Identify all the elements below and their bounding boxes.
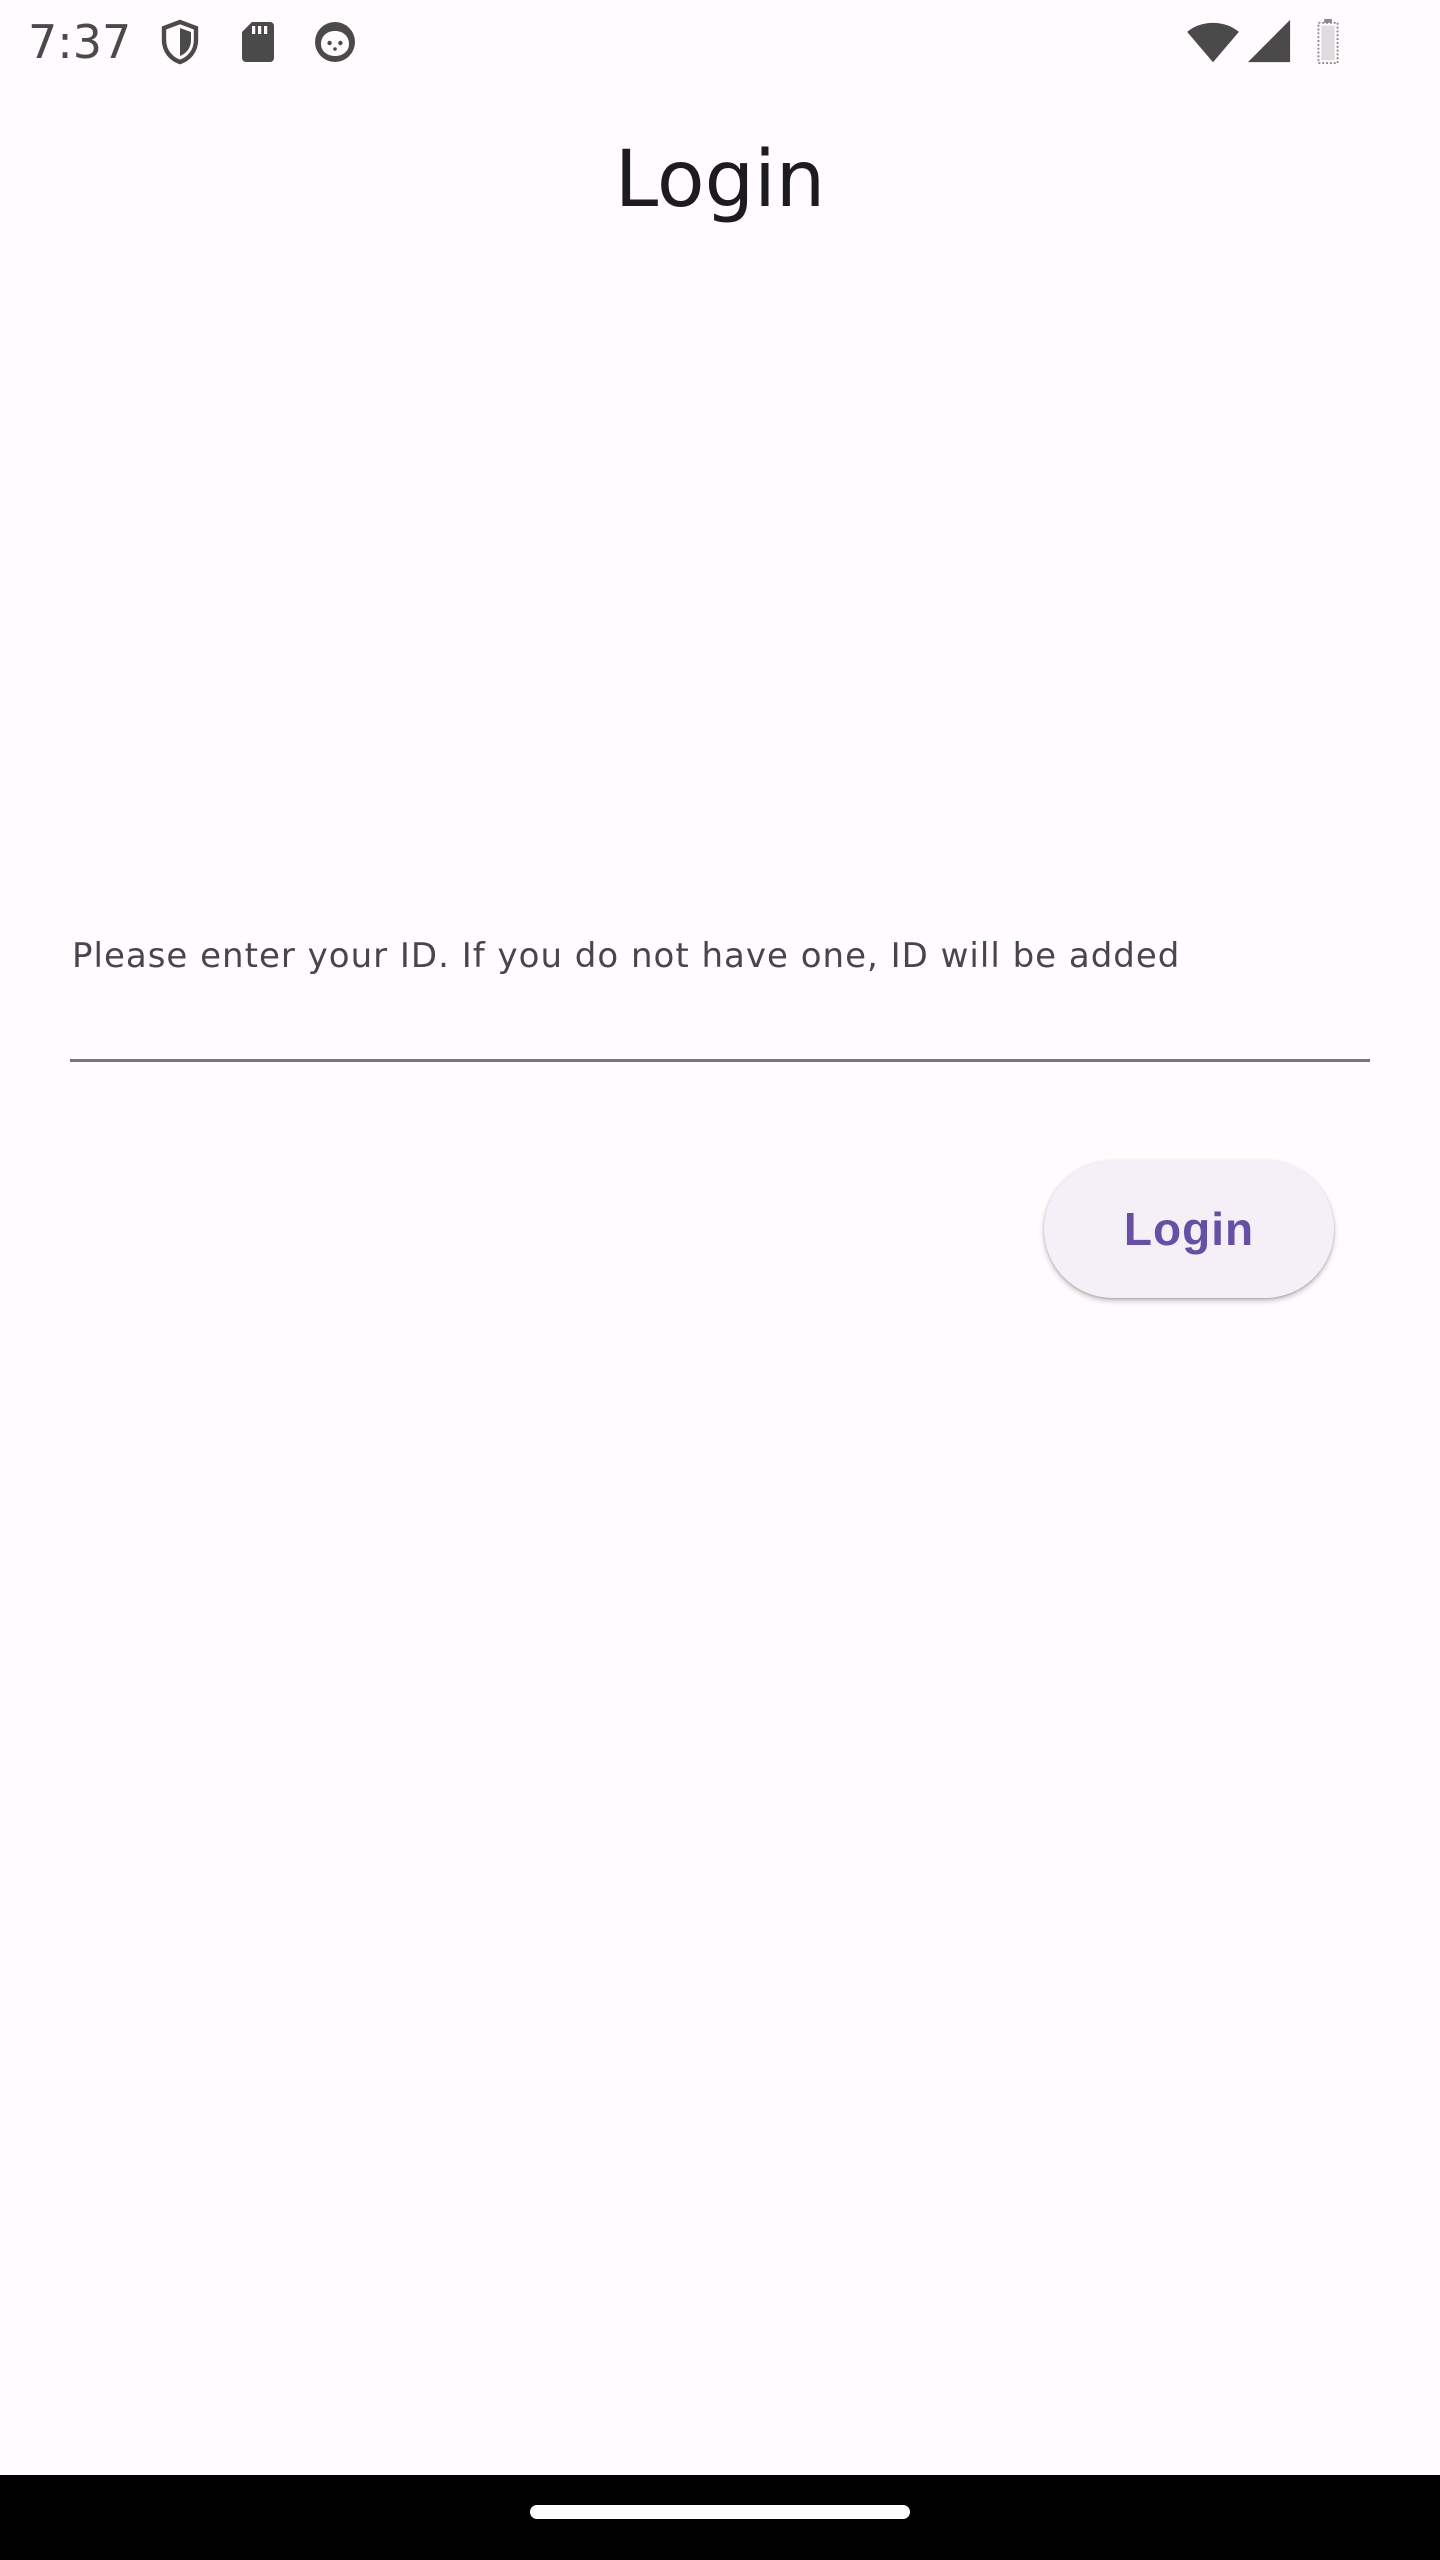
id-field-underline bbox=[70, 1059, 1370, 1062]
home-indicator[interactable] bbox=[530, 2505, 910, 2519]
sd-card-icon bbox=[242, 22, 274, 62]
page-title: Login bbox=[614, 135, 826, 225]
status-bar: 7:37 bbox=[0, 0, 1440, 84]
battery-icon bbox=[1317, 18, 1339, 64]
face-icon bbox=[315, 22, 355, 62]
id-field-label: Please enter your ID. If you do not have… bbox=[72, 936, 1181, 976]
id-input[interactable] bbox=[70, 990, 1370, 1058]
shield-icon bbox=[161, 19, 199, 65]
status-time: 7:37 bbox=[28, 15, 132, 69]
login-button[interactable]: Login bbox=[1044, 1160, 1334, 1298]
id-field[interactable]: Please enter your ID. If you do not have… bbox=[70, 920, 1370, 1062]
navigation-bar bbox=[0, 2475, 1440, 2560]
wifi-icon bbox=[1187, 22, 1239, 63]
signal-icon bbox=[1247, 19, 1291, 63]
